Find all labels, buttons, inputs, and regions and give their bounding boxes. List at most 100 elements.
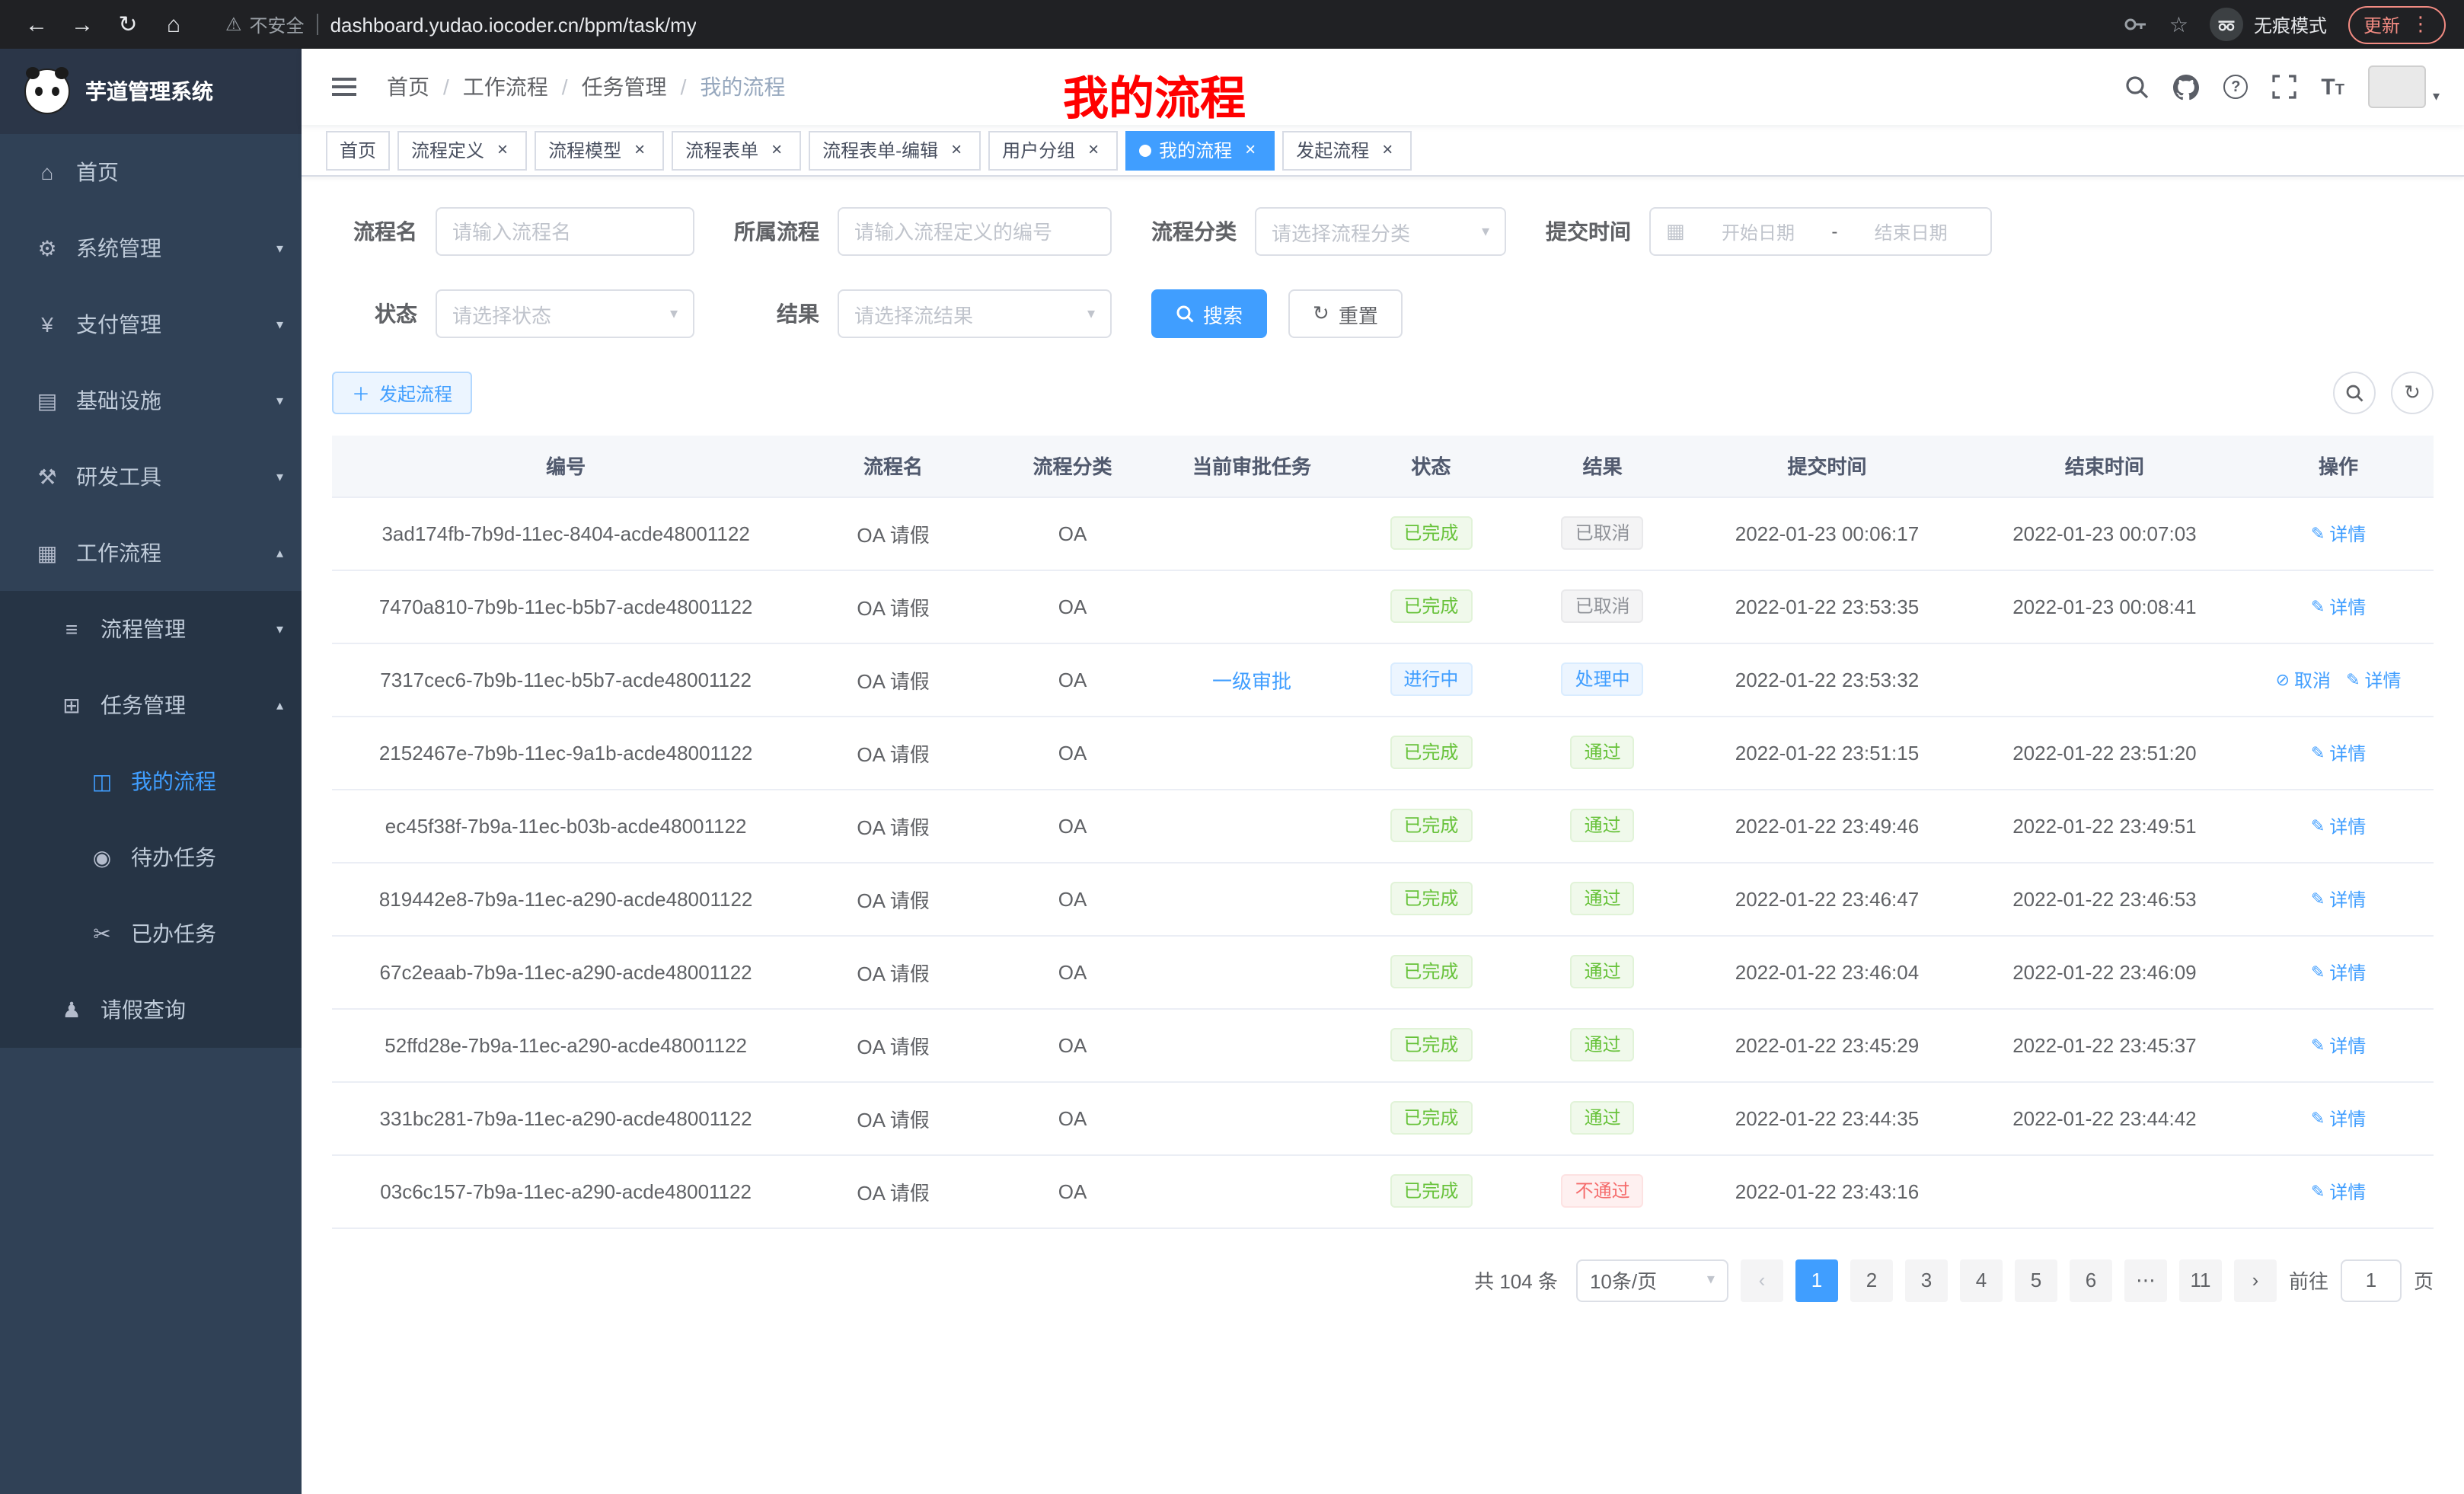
search-button[interactable]: 搜索 — [1151, 289, 1267, 338]
create-process-button[interactable]: ＋ 发起流程 — [332, 372, 472, 414]
forward-icon[interactable]: → — [64, 6, 101, 43]
user-avatar-menu[interactable]: ▾ — [2369, 65, 2440, 108]
breadcrumb-item[interactable]: 任务管理 — [582, 72, 667, 102]
cell-result: 通过 — [1517, 935, 1688, 1008]
date-range-picker[interactable]: ▦ 开始日期 - 结束日期 — [1649, 207, 1992, 256]
status-label: 状态 — [332, 298, 417, 329]
tab-process-form-edit[interactable]: 流程表单-编辑× — [809, 130, 981, 170]
sidebar-item-payment[interactable]: ¥支付管理▾ — [0, 286, 302, 362]
close-icon[interactable]: × — [766, 139, 787, 161]
page-button-6[interactable]: 6 — [2070, 1259, 2112, 1301]
cell-submit-time: 2022-01-22 23:49:46 — [1688, 789, 1965, 862]
page-button-2[interactable]: 2 — [1850, 1259, 1893, 1301]
toggle-search-button[interactable] — [2333, 372, 2376, 414]
sidebar-item-process-management[interactable]: ≡流程管理▾ — [0, 591, 302, 667]
cell-actions: ⊘取消 ✎详情 — [2243, 643, 2434, 716]
github-icon[interactable] — [2173, 74, 2199, 100]
detail-action-link[interactable]: ✎详情 — [2346, 666, 2401, 692]
close-icon[interactable]: × — [629, 139, 650, 161]
cell-id: ec45f38f-7b9a-11ec-b03b-acde48001122 — [332, 789, 800, 862]
page-button-1[interactable]: 1 — [1795, 1259, 1838, 1301]
sidebar-item-leave-query[interactable]: ♟请假查询 — [0, 972, 302, 1048]
sidebar-item-todo-task[interactable]: ◉待办任务 — [0, 819, 302, 895]
result-select[interactable]: 请选择流结果 ▾ — [838, 289, 1112, 338]
sidebar-item-home[interactable]: ⌂首页 — [0, 134, 302, 210]
edit-icon: ✎ — [2311, 596, 2325, 616]
next-page-button[interactable]: › — [2234, 1259, 2277, 1301]
security-warning[interactable]: ⚠ 不安全 — [225, 11, 305, 37]
status-badge: 已完成 — [1390, 955, 1472, 988]
cell-status: 进行中 — [1345, 643, 1517, 716]
detail-action-link[interactable]: ✎详情 — [2311, 520, 2366, 546]
reset-button[interactable]: ↻ 重置 — [1288, 289, 1403, 338]
tab-process-form[interactable]: 流程表单× — [672, 130, 801, 170]
tab-start-process[interactable]: 发起流程× — [1282, 130, 1412, 170]
process-name-input[interactable] — [436, 207, 694, 256]
incognito-badge[interactable]: 无痕模式 — [2210, 8, 2327, 41]
sidebar-item-task-management[interactable]: ⊞任务管理▴ — [0, 667, 302, 743]
cell-actions: ✎详情 — [2243, 570, 2434, 643]
browser-update-button[interactable]: 更新 ⋮ — [2348, 5, 2446, 43]
sidebar-item-infrastructure[interactable]: ▤基础设施▾ — [0, 362, 302, 439]
search-icon[interactable] — [2124, 75, 2149, 99]
close-icon[interactable]: × — [1377, 139, 1398, 161]
more-pages-button[interactable]: ⋯ — [2124, 1259, 2167, 1301]
bookmark-star-icon[interactable]: ☆ — [2169, 11, 2188, 37]
detail-action-link[interactable]: ✎详情 — [2311, 886, 2366, 911]
app-logo[interactable]: 芋道管理系统 — [0, 49, 302, 134]
address-bar[interactable]: ⚠ 不安全 dashboard.yudao.iocoder.cn/bpm/tas… — [201, 11, 2115, 37]
refresh-table-button[interactable]: ↻ — [2391, 372, 2434, 414]
approval-task-link[interactable]: 一级审批 — [1212, 669, 1291, 692]
sidebar-item-my-process[interactable]: ◫我的流程 — [0, 743, 302, 819]
close-icon[interactable]: × — [1240, 139, 1261, 161]
detail-action-link[interactable]: ✎详情 — [2311, 812, 2366, 838]
result-badge: 不通过 — [1562, 1174, 1644, 1208]
tab-my-process[interactable]: 我的流程× — [1125, 130, 1275, 170]
sidebar-item-devtools[interactable]: ⚒研发工具▾ — [0, 439, 302, 515]
tab-home[interactable]: 首页 — [326, 130, 390, 170]
back-icon[interactable]: ← — [18, 6, 55, 43]
home-icon[interactable]: ⌂ — [155, 6, 192, 43]
breadcrumb-item[interactable]: 工作流程 — [463, 72, 548, 102]
tab-process-model[interactable]: 流程模型× — [535, 130, 664, 170]
hamburger-icon[interactable] — [326, 72, 362, 102]
status-select[interactable]: 请选择状态 ▾ — [436, 289, 694, 338]
close-icon[interactable]: × — [946, 139, 967, 161]
detail-action-link[interactable]: ✎详情 — [2311, 1105, 2366, 1131]
page-button-4[interactable]: 4 — [1960, 1259, 2003, 1301]
font-size-icon[interactable]: TT — [2321, 75, 2344, 98]
detail-action-link[interactable]: ✎详情 — [2311, 1178, 2366, 1204]
detail-action-link[interactable]: ✎详情 — [2311, 739, 2366, 765]
password-key-icon[interactable] — [2124, 12, 2148, 37]
fullscreen-icon[interactable] — [2272, 75, 2296, 99]
sidebar-item-workflow[interactable]: ▦工作流程▴ — [0, 515, 302, 591]
breadcrumb-item[interactable]: 首页 — [387, 72, 429, 102]
reload-icon[interactable]: ↻ — [110, 6, 146, 43]
detail-action-label: 详情 — [2329, 1105, 2366, 1131]
cell-category: OA — [987, 1008, 1158, 1081]
detail-action-link[interactable]: ✎详情 — [2311, 593, 2366, 619]
tab-process-definition[interactable]: 流程定义× — [397, 130, 527, 170]
page-button-3[interactable]: 3 — [1905, 1259, 1948, 1301]
chevron-down-icon: ▾ — [276, 621, 283, 637]
goto-page-input[interactable] — [2341, 1259, 2402, 1301]
refresh-icon: ↻ — [1313, 302, 1329, 326]
detail-action-link[interactable]: ✎详情 — [2311, 1032, 2366, 1058]
sidebar-item-done-task[interactable]: ✂已办任务 — [0, 895, 302, 972]
sidebar-item-system[interactable]: ⚙系统管理▾ — [0, 210, 302, 286]
page-size-value: 10条/页 — [1590, 1266, 1657, 1294]
detail-action-link[interactable]: ✎详情 — [2311, 959, 2366, 985]
help-icon[interactable]: ? — [2223, 75, 2248, 99]
cell-end-time: 2022-01-22 23:51:20 — [1966, 716, 2243, 789]
prev-page-button[interactable]: ‹ — [1741, 1259, 1783, 1301]
page-size-select[interactable]: 10条/页▾ — [1576, 1259, 1728, 1301]
category-select[interactable]: 请选择流程分类 ▾ — [1255, 207, 1506, 256]
close-icon[interactable]: × — [1083, 139, 1104, 161]
page-button-11[interactable]: 11 — [2179, 1259, 2222, 1301]
page-button-5[interactable]: 5 — [2015, 1259, 2057, 1301]
tab-user-group[interactable]: 用户分组× — [988, 130, 1118, 170]
owner-process-input[interactable] — [838, 207, 1112, 256]
page-unit-label: 页 — [2414, 1266, 2434, 1294]
cancel-action-link[interactable]: ⊘取消 — [2276, 666, 2331, 692]
close-icon[interactable]: × — [492, 139, 513, 161]
